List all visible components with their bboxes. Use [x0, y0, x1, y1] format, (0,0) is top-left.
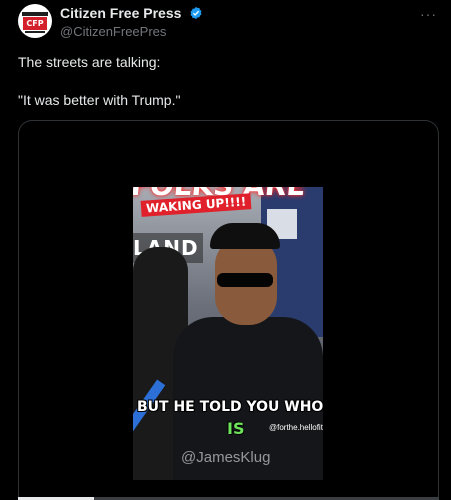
video-subtitle-1: BUT HE TOLD YOU WHO HE [137, 399, 323, 415]
video-person-glasses [217, 273, 273, 287]
author-display-name[interactable]: Citizen Free Press [60, 5, 181, 21]
more-options-icon[interactable]: ··· [420, 6, 437, 22]
avatar-logo-text: CFP [23, 17, 47, 30]
tweet[interactable]: CFP Citizen Free Press @CitizenFreePres … [0, 0, 451, 500]
tweet-text-line-1: The streets are talking: [18, 54, 161, 70]
media-container[interactable]: LAND FOLKS ARE WAKING UP!!!! BUT HE TOLD… [18, 120, 439, 500]
video-subtitle-2: IS [227, 419, 245, 438]
author-handle[interactable]: @CitizenFreePres [60, 24, 203, 39]
video-watermark: @JamesKlug [181, 449, 271, 466]
verified-badge-icon[interactable] [189, 6, 203, 20]
tweet-header: CFP Citizen Free Press @CitizenFreePres … [18, 4, 439, 44]
video-person-cap [210, 223, 280, 249]
avatar-logo-bar-bottom [25, 31, 45, 33]
tweet-text-line-2: "It was better with Trump." [18, 92, 181, 108]
avatar[interactable]: CFP [18, 4, 52, 38]
author-names: Citizen Free Press @CitizenFreePres [60, 4, 203, 39]
tiktok-tag: @forthe.hellofit [269, 423, 323, 432]
tweet-text: The streets are talking: "It was better … [18, 53, 438, 129]
avatar-logo-bar [22, 12, 48, 16]
video-player[interactable]: LAND FOLKS ARE WAKING UP!!!! BUT HE TOLD… [133, 187, 323, 480]
